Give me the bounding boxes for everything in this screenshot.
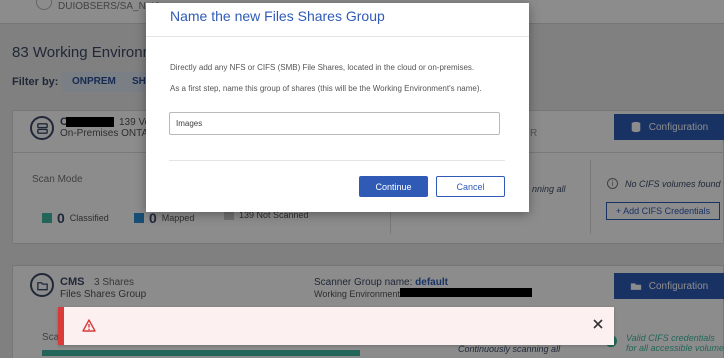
dialog-instruction: As a first step, name this group of shar…	[170, 84, 482, 93]
dialog-divider	[169, 160, 505, 161]
dialog-title: Name the new Files Shares Group	[170, 8, 385, 24]
cancel-button[interactable]: Cancel	[436, 176, 505, 197]
close-icon[interactable]	[592, 318, 604, 330]
dialog-description: Directly add any NFS or CIFS (SMB) File …	[170, 63, 475, 72]
new-files-shares-group-dialog: Name the new Files Shares Group Directly…	[146, 3, 529, 212]
warning-icon	[82, 319, 96, 332]
group-name-input[interactable]	[169, 112, 500, 135]
error-notification	[58, 307, 614, 345]
continue-button[interactable]: Continue	[359, 176, 428, 197]
dialog-header: Name the new Files Shares Group	[146, 3, 529, 37]
